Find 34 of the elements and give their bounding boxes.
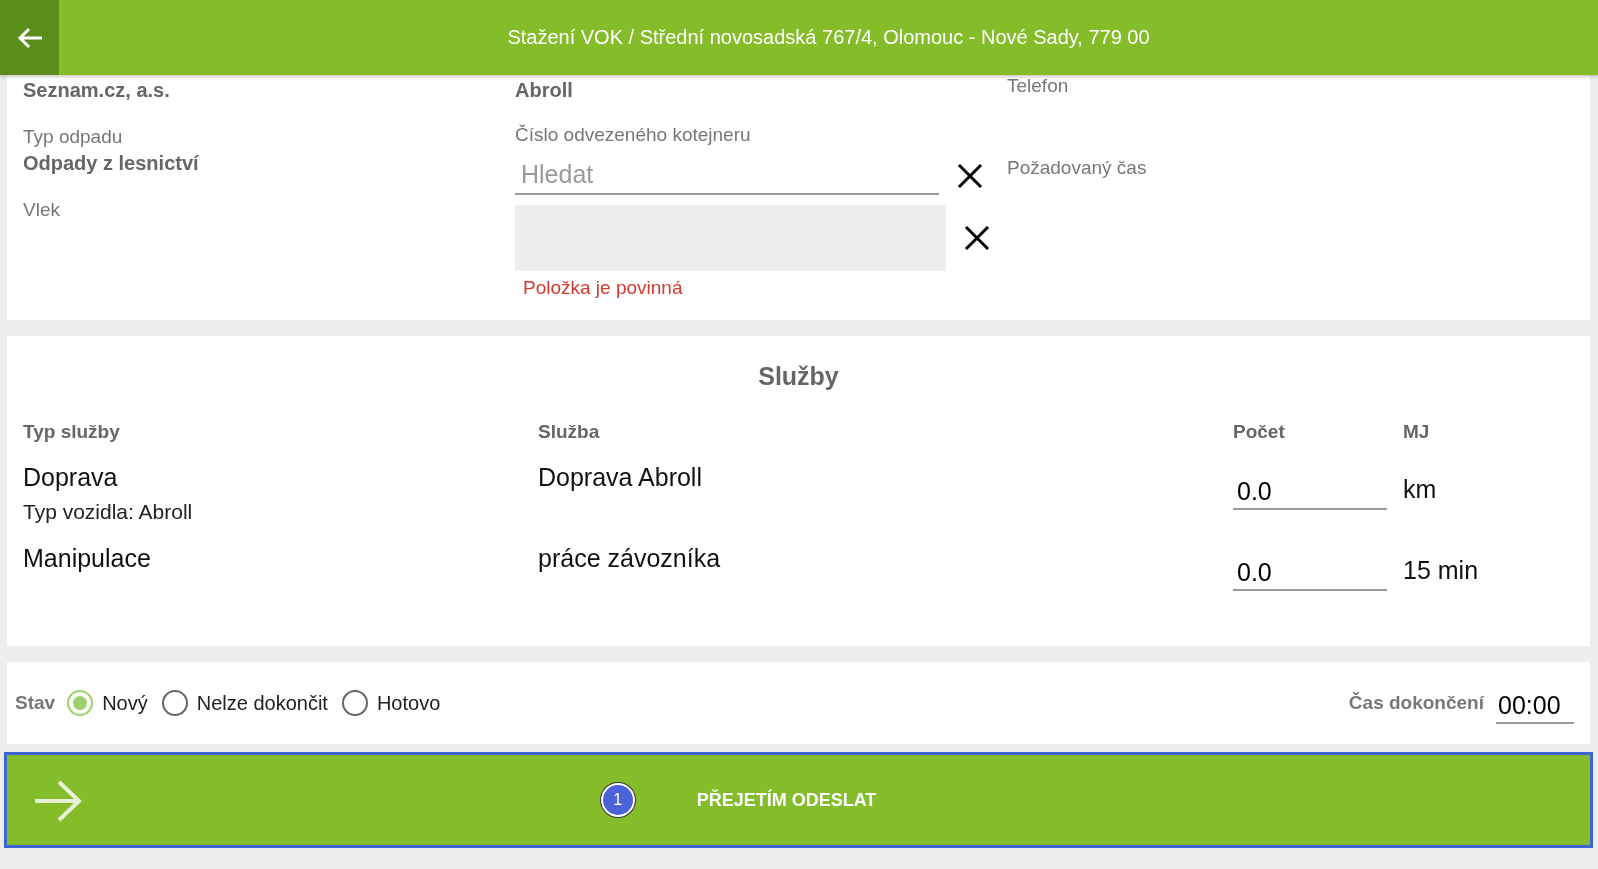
status-radio[interactable]: Nelze dokončit xyxy=(161,690,328,716)
header-title: Stažení VOK / Střední novosadská 767/4, Olomouc - Nové Sady, 779 00 xyxy=(506,26,1151,49)
back-arrow-icon xyxy=(15,25,44,50)
column-header: MJ xyxy=(1403,421,1431,443)
status-radio[interactable]: Hotovo xyxy=(341,690,441,716)
column-header: Typ služby xyxy=(23,421,121,443)
vehicle-type: Typ vozidla: Abroll xyxy=(23,500,194,524)
status-radio[interactable]: Nový xyxy=(67,690,148,716)
clear-icon[interactable] xyxy=(964,225,990,251)
service-type: Manipulace xyxy=(23,544,152,573)
unit-text: 15 min xyxy=(1403,556,1479,584)
field-label: Požadovaný čas xyxy=(1007,157,1148,179)
column-header: Počet xyxy=(1233,421,1286,443)
completion-label: Čas dokončení xyxy=(1348,692,1484,714)
error-message: Položka je povinná xyxy=(523,277,684,299)
unit-text: km xyxy=(1403,475,1437,503)
section-title: Služby xyxy=(757,362,840,391)
field-label: Telefon xyxy=(1007,75,1070,97)
field-label: Typ odpadu xyxy=(23,126,124,148)
field-label: Vlek xyxy=(23,199,61,221)
clear-icon[interactable] xyxy=(957,162,983,189)
service-name: práce závozníka xyxy=(538,544,722,574)
customer-name: Seznam.cz, a.s. xyxy=(23,79,171,102)
back-button[interactable] xyxy=(0,0,59,75)
swipe-submit-button[interactable]: 1 PŘEJETÍM ODESLAT xyxy=(4,752,1593,848)
waste-type-value: Odpady z lesnictví xyxy=(23,152,200,175)
arrow-right-icon xyxy=(33,779,83,823)
vehicle-value: Abroll xyxy=(515,79,574,102)
step-badge: 1 xyxy=(600,783,635,817)
status-label: Stav xyxy=(15,692,56,714)
field-label: Číslo odvezeného kotejneru xyxy=(515,124,752,146)
column-header: Služba xyxy=(538,421,601,443)
service-name: Doprava Abroll xyxy=(538,463,703,493)
service-type: Doprava xyxy=(23,463,119,492)
